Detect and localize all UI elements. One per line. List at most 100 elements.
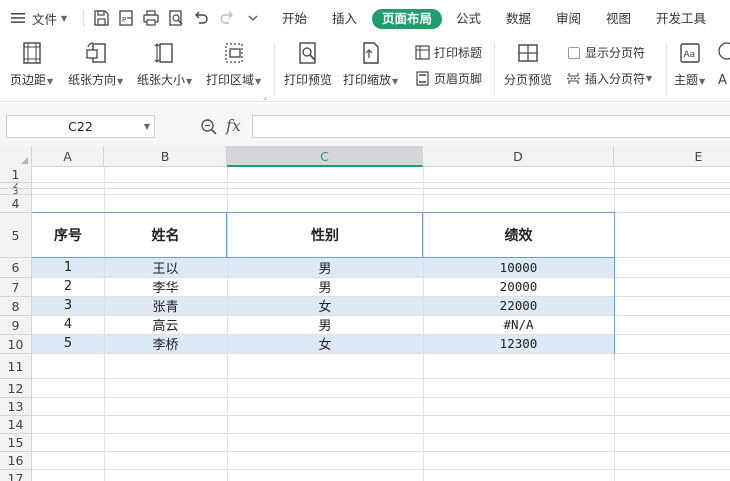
tab-data[interactable]: 数据 <box>506 9 531 29</box>
tab-view[interactable]: 视图 <box>606 9 631 29</box>
table-header-cell[interactable]: 姓名 <box>104 213 227 257</box>
file-menu[interactable]: 文件 ▼ <box>10 0 67 36</box>
tab-developer[interactable]: 开发工具 <box>656 9 706 29</box>
table-cell[interactable]: 男 <box>227 277 423 296</box>
table-cell[interactable]: 12300 <box>423 334 614 353</box>
page-break-preview-label: 分页预览 <box>504 73 553 87</box>
table-cell[interactable]: 20000 <box>423 277 614 296</box>
paper-size-button[interactable]: 纸张大小▼ <box>137 40 192 88</box>
palette-icon[interactable] <box>717 42 730 62</box>
table-cell[interactable]: 张青 <box>104 296 227 315</box>
show-page-breaks-toggle[interactable]: 显示分页符 <box>568 44 645 61</box>
table-cell[interactable]: 22000 <box>423 296 614 315</box>
tab-review[interactable]: 审阅 <box>556 9 581 29</box>
row-header[interactable]: 9 <box>0 316 32 335</box>
table-header-cell[interactable]: 性别 <box>227 213 423 257</box>
print-icon[interactable] <box>142 9 160 27</box>
table-cell[interactable]: 李桥 <box>104 334 227 353</box>
divider <box>494 42 495 96</box>
table-cell[interactable]: 1 <box>32 258 104 277</box>
font-theme-icon[interactable]: A <box>718 73 727 88</box>
row-header[interactable]: 6 <box>0 258 32 278</box>
table-border <box>614 212 615 354</box>
table-cell[interactable]: #N/A <box>423 315 614 334</box>
undo-icon[interactable] <box>192 9 210 27</box>
row-header[interactable]: 8 <box>0 297 32 316</box>
show-page-breaks-checkbox[interactable] <box>568 46 580 59</box>
grid-line <box>32 188 730 189</box>
theme-label: 主题 <box>674 73 699 87</box>
table-cell[interactable]: 4 <box>32 315 104 334</box>
header-footer-label: 页眉页脚 <box>434 72 483 86</box>
tab-insert[interactable]: 插入 <box>332 9 357 29</box>
page-break-preview-button[interactable]: 分页预览 <box>504 40 552 88</box>
row-header[interactable]: 4 <box>0 195 32 213</box>
print-titles-button[interactable]: 打印标题 <box>415 44 482 61</box>
row-header[interactable]: 17 <box>0 470 32 481</box>
table-cell[interactable]: 男 <box>227 315 423 334</box>
margins-button[interactable]: 页边距▼ <box>10 40 53 88</box>
export-pdf-icon[interactable]: P <box>117 9 135 27</box>
grid-line <box>32 451 730 452</box>
table-cell[interactable]: 高云 <box>104 315 227 334</box>
select-all-corner[interactable] <box>0 146 32 167</box>
row-header[interactable]: 11 <box>0 354 32 379</box>
table-header-cell[interactable]: 序号 <box>32 213 104 257</box>
table-cell[interactable]: 李华 <box>104 277 227 296</box>
column-header-d[interactable]: D <box>423 146 614 167</box>
print-preview-icon[interactable] <box>167 9 185 27</box>
column-header-a[interactable]: A <box>32 146 104 167</box>
table-header-cell[interactable]: 绩效 <box>423 213 614 257</box>
tab-page-layout[interactable]: 页面布局 <box>372 9 443 29</box>
row-header[interactable]: 15 <box>0 434 32 452</box>
tab-home[interactable]: 开始 <box>282 9 307 29</box>
row-header[interactable]: 16 <box>0 452 32 470</box>
save-icon[interactable] <box>92 9 110 27</box>
table-cell[interactable]: 女 <box>227 296 423 315</box>
grid-line <box>32 397 730 398</box>
row-header[interactable]: 14 <box>0 416 32 434</box>
margins-icon <box>19 40 45 66</box>
redo-icon[interactable] <box>218 9 236 27</box>
table-cell[interactable]: 5 <box>32 334 104 353</box>
row-header[interactable]: 10 <box>0 335 32 354</box>
grid-line <box>32 378 730 379</box>
theme-button[interactable]: Aa 主题▼ <box>674 40 705 88</box>
svg-text:P: P <box>122 16 126 24</box>
column-header-e[interactable]: E <box>614 146 730 167</box>
row-header[interactable]: 12 <box>0 379 32 398</box>
header-footer-button[interactable]: 页眉页脚 <box>415 70 482 87</box>
row-header[interactable]: 5 <box>0 213 32 258</box>
dialog-launcher-icon[interactable]: ⌟ <box>263 92 267 101</box>
print-titles-icon <box>415 45 430 60</box>
page-orientation-icon <box>83 40 109 66</box>
table-cell[interactable]: 10000 <box>423 258 614 277</box>
divider <box>274 42 275 96</box>
name-box[interactable]: C22 ▼ <box>6 115 155 138</box>
column-header-b[interactable]: B <box>104 146 227 167</box>
tab-formulas[interactable]: 公式 <box>456 9 481 29</box>
table-cell[interactable]: 女 <box>227 334 423 353</box>
row-header[interactable]: 1 <box>0 167 32 183</box>
page-break-preview-icon <box>515 40 541 66</box>
column-header-c[interactable]: C <box>227 146 423 167</box>
theme-icon-text: Aa <box>683 50 695 60</box>
fx-icon[interactable]: fx <box>226 116 241 135</box>
insert-page-break-button[interactable]: 插入分页符 ▼ <box>566 70 652 87</box>
table-cell[interactable]: 男 <box>227 258 423 277</box>
orientation-button[interactable]: 纸张方向▼ <box>68 40 123 88</box>
zoom-icon[interactable] <box>200 118 218 136</box>
formula-input[interactable] <box>252 115 730 138</box>
row-header[interactable]: 13 <box>0 398 32 416</box>
row-header[interactable]: 7 <box>0 278 32 297</box>
customize-toolbar-icon[interactable] <box>244 9 262 27</box>
table-cell[interactable]: 3 <box>32 296 104 315</box>
table-cell[interactable]: 2 <box>32 277 104 296</box>
print-preview-button[interactable]: 打印预览 <box>284 40 332 88</box>
print-area-button[interactable]: 打印区域▼ <box>206 40 261 88</box>
divider <box>666 42 667 96</box>
print-preview-label: 打印预览 <box>284 73 333 87</box>
print-scale-button[interactable]: 打印缩放▼ <box>343 40 398 88</box>
table-cell[interactable]: 王以 <box>104 258 227 277</box>
chevron-down-icon: ▼ <box>255 77 262 86</box>
